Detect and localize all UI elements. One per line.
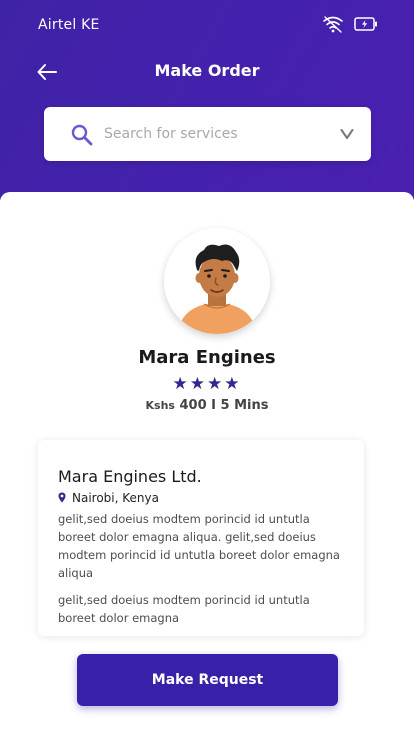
star-icon: ★ <box>189 374 207 394</box>
rating-stars: ★★★★ <box>0 374 414 394</box>
search-bar[interactable] <box>44 107 371 161</box>
star-icon: ★ <box>207 374 225 394</box>
wifi-icon <box>323 16 343 33</box>
company-name: Mara Engines Ltd. <box>58 467 202 486</box>
price-value: 400 I 5 Mins <box>179 398 269 413</box>
location-row: Nairobi, Kenya <box>58 491 159 505</box>
carrier-name: Airtel KE <box>38 17 100 33</box>
star-icon: ★ <box>172 374 190 394</box>
provider-details-card: Mara Engines Ltd. Nairobi, Kenya gelit,s… <box>38 440 364 636</box>
status-bar: Airtel KE <box>0 0 414 50</box>
search-input[interactable] <box>104 120 329 148</box>
price-eta: Kshs 400 I 5 Mins <box>0 398 414 413</box>
description-paragraph: gelit,sed doeius modtem porincid id untu… <box>58 593 310 625</box>
avatar-illustration <box>164 228 270 334</box>
location-text: Nairobi, Kenya <box>72 491 159 505</box>
app-bar: Make Order <box>0 55 414 89</box>
location-pin-icon <box>58 492 66 503</box>
price-currency: Kshs <box>145 399 175 412</box>
description-paragraph: gelit,sed doeius modtem porincid id untu… <box>58 512 340 580</box>
page-title: Make Order <box>154 61 260 80</box>
chevron-down-icon[interactable] <box>340 128 354 140</box>
star-icon: ★ <box>224 374 242 394</box>
battery-charging-icon <box>354 17 377 31</box>
provider-avatar <box>164 228 270 334</box>
search-icon <box>71 124 93 146</box>
make-request-button[interactable]: Make Request <box>77 654 338 706</box>
provider-name: Mara Engines <box>138 347 276 368</box>
